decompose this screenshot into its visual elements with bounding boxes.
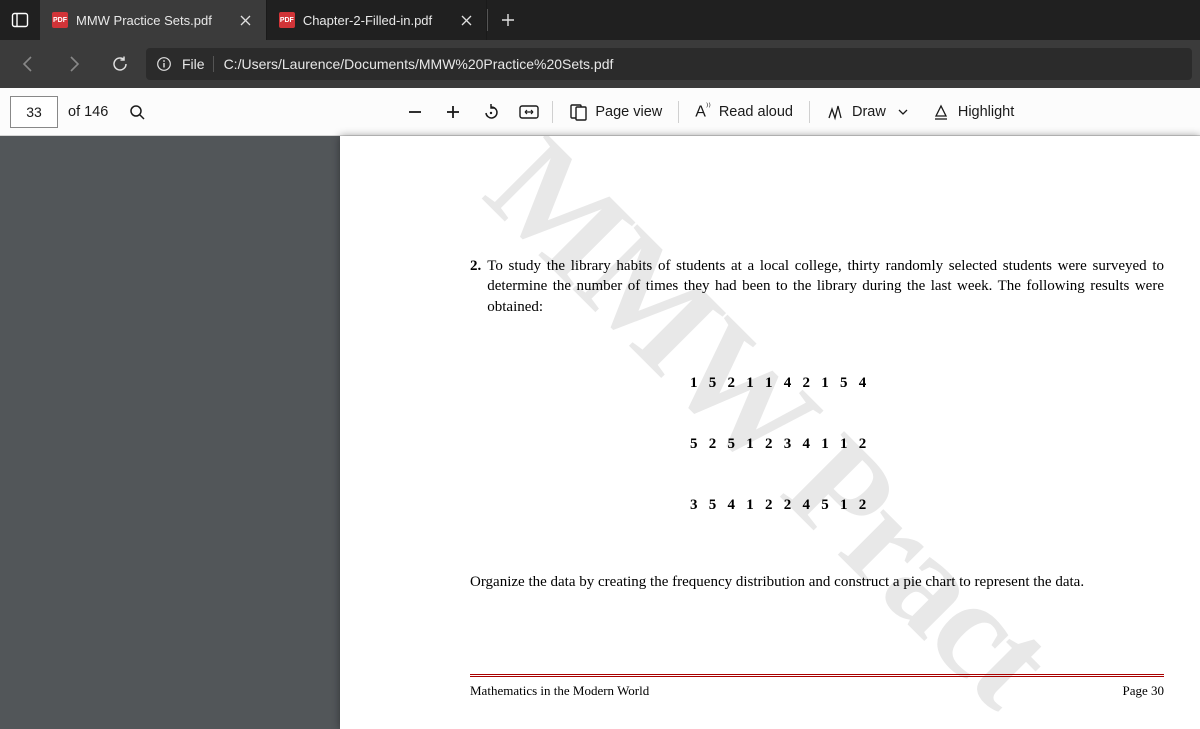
data-row: 5 2 5 1 2 3 4 1 1 2 [690,434,1164,454]
url-box[interactable]: File C:/Users/Laurence/Documents/MMW%20P… [146,48,1192,80]
question-text: To study the library habits of students … [487,256,1164,317]
question-number: 2. [470,256,481,317]
tab-label: Chapter-2-Filled-in.pdf [303,13,432,28]
sidebar-toggle-icon[interactable] [0,0,40,40]
close-icon[interactable] [236,10,256,30]
footer-left: Mathematics in the Modern World [470,683,649,699]
search-icon[interactable] [118,88,156,136]
new-tab-button[interactable] [488,0,528,40]
url-text: C:/Users/Laurence/Documents/MMW%20Practi… [224,56,614,72]
footer-right: Page 30 [1122,683,1164,699]
highlight-button[interactable]: Highlight [920,88,1026,136]
pdf-icon: PDF [279,12,295,28]
data-table: 1 5 2 1 1 4 2 1 5 4 5 2 5 1 2 3 4 1 1 2 … [690,333,1164,556]
draw-button[interactable]: Draw [814,88,920,136]
fit-width-icon[interactable] [510,88,548,136]
tab-label: MMW Practice Sets.pdf [76,13,212,28]
divider [809,101,810,123]
tab-mmw-practice[interactable]: PDF MMW Practice Sets.pdf [40,0,267,40]
read-aloud-button[interactable]: A⁾⁾ Read aloud [683,88,805,136]
address-bar: File C:/Users/Laurence/Documents/MMW%20P… [0,40,1200,88]
page-number-input[interactable]: 33 [10,96,58,128]
footer-rule [470,674,1164,677]
close-icon[interactable] [456,10,476,30]
page-footer: Mathematics in the Modern World Page 30 [470,683,1164,699]
zoom-in-icon[interactable] [434,88,472,136]
back-button[interactable] [8,44,48,84]
page-total-label: of 146 [68,104,108,120]
data-row: 1 5 2 1 1 4 2 1 5 4 [690,373,1164,393]
page-body: 2. To study the library habits of studen… [470,256,1164,592]
titlebar: PDF MMW Practice Sets.pdf PDF Chapter-2-… [0,0,1200,40]
forward-button[interactable] [54,44,94,84]
rotate-icon[interactable] [472,88,510,136]
pdf-toolbar: 33 of 146 Page view A⁾⁾ Read aloud Draw … [0,88,1200,136]
highlight-icon [932,103,950,121]
page-view-button[interactable]: Page view [557,88,674,136]
read-aloud-icon: A⁾⁾ [695,102,711,121]
refresh-button[interactable] [100,44,140,84]
instruction-text: Organize the data by creating the freque… [470,572,1164,592]
page-view-icon [569,103,587,121]
pdf-viewport[interactable]: MMW Pract 2. To study the library habits… [0,136,1200,729]
tab-chapter-2[interactable]: PDF Chapter-2-Filled-in.pdf [267,0,487,40]
draw-icon [826,103,844,121]
zoom-out-icon[interactable] [396,88,434,136]
file-label: File [182,56,214,72]
chevron-down-icon [898,107,908,117]
info-icon [156,56,172,72]
divider [678,101,679,123]
divider [552,101,553,123]
data-row: 3 5 4 1 2 2 4 5 1 2 [690,495,1164,515]
pdf-icon: PDF [52,12,68,28]
pdf-page: MMW Pract 2. To study the library habits… [340,136,1200,729]
